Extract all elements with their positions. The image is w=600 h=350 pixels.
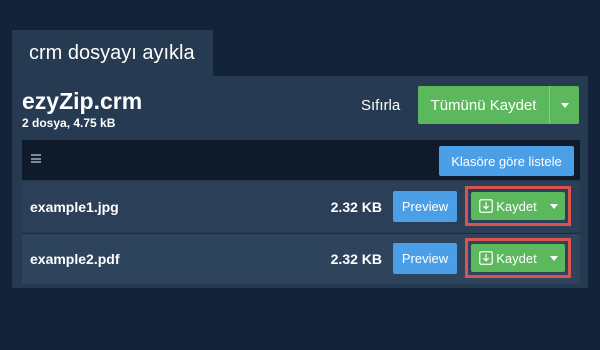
hamburger-icon[interactable] xyxy=(31,154,41,163)
file-row: example1.jpg 2.32 KB Preview Kaydet xyxy=(22,182,580,232)
save-button-highlight: Kaydet xyxy=(465,186,571,226)
archive-meta: 2 dosya, 4.75 kB xyxy=(22,116,116,130)
save-button[interactable]: Kaydet xyxy=(471,192,565,220)
archive-name: ezyZip.crm xyxy=(22,88,143,114)
caret-down-icon xyxy=(550,203,558,209)
save-button-main[interactable]: Kaydet xyxy=(471,244,543,272)
preview-button[interactable]: Preview xyxy=(393,191,457,222)
reset-button[interactable]: Sıfırla xyxy=(361,97,400,114)
preview-button[interactable]: Preview xyxy=(393,243,457,274)
save-all-button[interactable]: Tümünü Kaydet xyxy=(418,86,579,124)
download-icon xyxy=(479,199,494,213)
list-by-folder-button[interactable]: Klasöre göre listele xyxy=(439,146,574,176)
save-dropdown[interactable] xyxy=(543,244,565,272)
save-button-label: Kaydet xyxy=(496,198,537,214)
tab-extract[interactable]: crm dosyayı ayıkla xyxy=(12,30,213,76)
file-name: example1.jpg xyxy=(30,199,119,215)
caret-down-icon xyxy=(560,102,569,108)
tab-label: crm dosyayı ayıkla xyxy=(29,41,195,64)
caret-down-icon xyxy=(550,255,558,261)
save-button-label: Kaydet xyxy=(496,250,537,266)
archive-panel: ezyZip.crm 2 dosya, 4.75 kB Sıfırla Tümü… xyxy=(12,76,588,288)
file-toolbar: Klasöre göre listele xyxy=(22,140,580,180)
download-icon xyxy=(479,251,494,265)
file-row: example2.pdf 2.32 KB Preview Kaydet xyxy=(22,234,580,284)
save-button-highlight: Kaydet xyxy=(465,238,571,278)
save-button-main[interactable]: Kaydet xyxy=(471,192,543,220)
save-all-label[interactable]: Tümünü Kaydet xyxy=(418,86,549,124)
save-all-dropdown[interactable] xyxy=(549,86,579,124)
save-button[interactable]: Kaydet xyxy=(471,244,565,272)
file-name: example2.pdf xyxy=(30,251,120,267)
file-size: 2.32 KB xyxy=(330,251,382,267)
save-dropdown[interactable] xyxy=(543,192,565,220)
file-size: 2.32 KB xyxy=(330,199,382,215)
